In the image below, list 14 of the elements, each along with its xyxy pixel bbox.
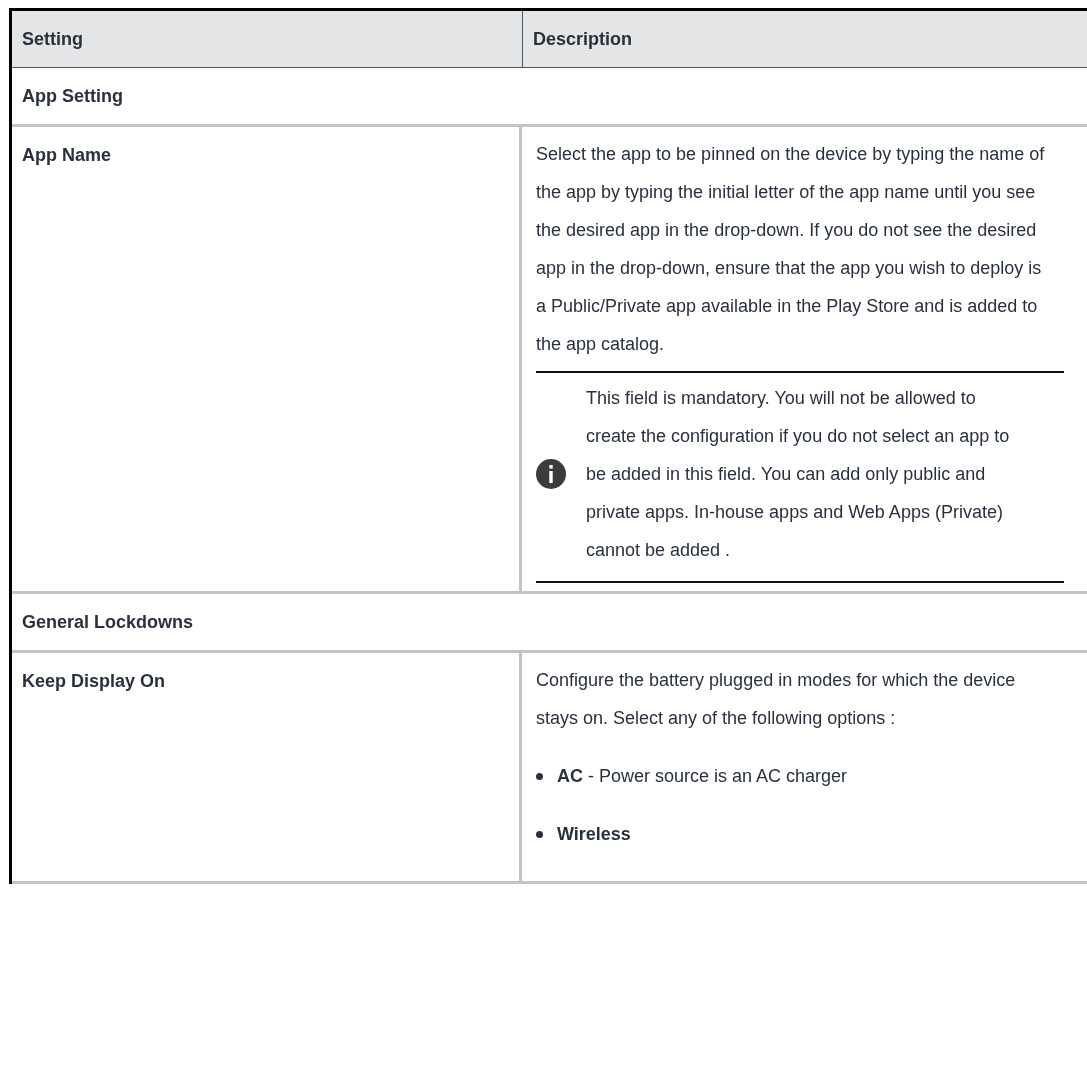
description-text: Configure the battery plugged in modes for which the device stays on. Select any of the following options : xyxy=(536,669,1017,730)
column-header: Setting xyxy=(21,28,84,51)
column-header: Description xyxy=(522,11,1087,67)
note-text: This field is mandatory. You will not be allowed to create the configuration if you do not select an app to be added in this field. You can add only public and private apps. In-house apps and Web Apps (Private) cannot be added . xyxy=(586,387,1011,562)
setting-name: Keep Display On xyxy=(12,653,522,881)
setting-name: App Name xyxy=(12,127,522,591)
section-heading: App Setting xyxy=(12,68,1087,127)
bullet-icon xyxy=(536,831,543,838)
option-text: AC - Power source is an AC charger xyxy=(557,765,848,788)
description-text: Select the app to be pinned on the device by typing the name of the app by typing the initial letter of the app name until you see the desired app in the drop-down. If you do not see the desired app in the drop-down, ensure that the app you wish to deploy is a Public/Private app available in the Play Store and is added to the app catalog. xyxy=(536,143,1046,356)
option-text: Wireless xyxy=(557,823,631,846)
section-heading: General Lockdowns xyxy=(12,594,1087,653)
bullet-icon xyxy=(536,773,543,780)
info-icon xyxy=(536,459,566,489)
